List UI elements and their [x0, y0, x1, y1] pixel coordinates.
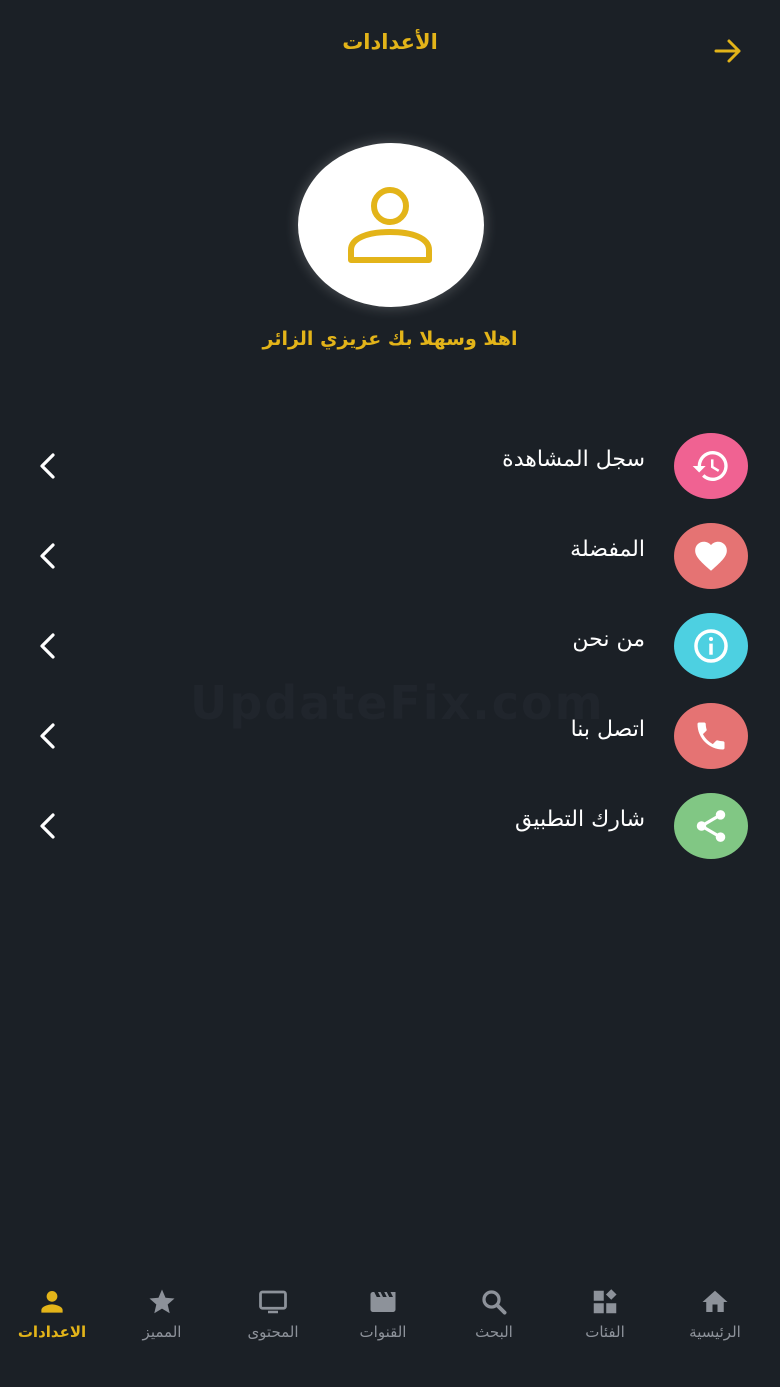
chevron-left-icon — [40, 723, 55, 749]
menu-item-watch-history[interactable]: سجل المشاهدة — [0, 433, 780, 513]
user-icon — [348, 187, 432, 263]
menu-item-about-us[interactable]: من نحن — [0, 613, 780, 693]
menu-label: اتصل بنا — [570, 717, 645, 742]
info-icon — [674, 613, 748, 679]
tv-icon — [259, 1290, 287, 1314]
header: الأعدادات — [0, 0, 780, 95]
chevron-left-icon — [40, 633, 55, 659]
nav-label: القنوات — [359, 1323, 407, 1341]
nav-label: الرئيسية — [689, 1323, 741, 1341]
settings-screen: الأعدادات اهلا وسهلا بك عزيزي الزائر Upd… — [0, 0, 780, 1387]
nav-label: المحتوى — [247, 1323, 299, 1341]
bottom-nav: الرئيسية الفئات البحث القنوات المحتوى ال… — [0, 1275, 780, 1387]
nav-item-channels[interactable]: القنوات — [328, 1287, 438, 1357]
arrow-right-icon — [714, 39, 741, 63]
avatar — [298, 143, 484, 307]
chevron-left-icon — [40, 453, 55, 479]
menu-item-contact-us[interactable]: اتصل بنا — [0, 703, 780, 783]
back-button[interactable] — [710, 34, 746, 68]
nav-item-content[interactable]: المحتوى — [218, 1287, 328, 1357]
nav-label: البحث — [475, 1323, 513, 1341]
menu-label: سجل المشاهدة — [502, 447, 645, 472]
menu-label: من نحن — [572, 627, 645, 652]
menu-item-share-app[interactable]: شارك التطبيق — [0, 793, 780, 873]
nav-item-categories[interactable]: الفئات — [550, 1287, 660, 1357]
categories-icon — [593, 1289, 617, 1314]
nav-label: المميز — [142, 1323, 182, 1341]
home-icon — [702, 1290, 728, 1312]
search-icon — [482, 1290, 507, 1315]
nav-item-home[interactable]: الرئيسية — [660, 1287, 770, 1357]
nav-item-featured[interactable]: المميز — [107, 1287, 217, 1357]
nav-label: الفئات — [585, 1323, 625, 1341]
heart-icon — [674, 523, 748, 589]
welcome-text: اهلا وسهلا بك عزيزي الزائر — [262, 328, 518, 350]
phone-icon — [674, 703, 748, 769]
menu-label: شارك التطبيق — [514, 807, 645, 832]
chevron-left-icon — [40, 543, 55, 569]
nav-label: الاعدادات — [17, 1323, 87, 1341]
menu-item-favorites[interactable]: المفضلة — [0, 523, 780, 603]
channels-icon — [370, 1292, 396, 1312]
page-title: الأعدادات — [342, 30, 438, 54]
share-icon — [674, 793, 748, 859]
chevron-left-icon — [40, 813, 55, 839]
nav-item-search[interactable]: البحث — [439, 1287, 549, 1357]
star-icon — [149, 1289, 175, 1314]
profile-icon — [41, 1291, 63, 1313]
history-icon — [674, 433, 748, 499]
nav-item-settings[interactable]: الاعدادات — [0, 1287, 107, 1357]
menu-label: المفضلة — [570, 537, 645, 562]
